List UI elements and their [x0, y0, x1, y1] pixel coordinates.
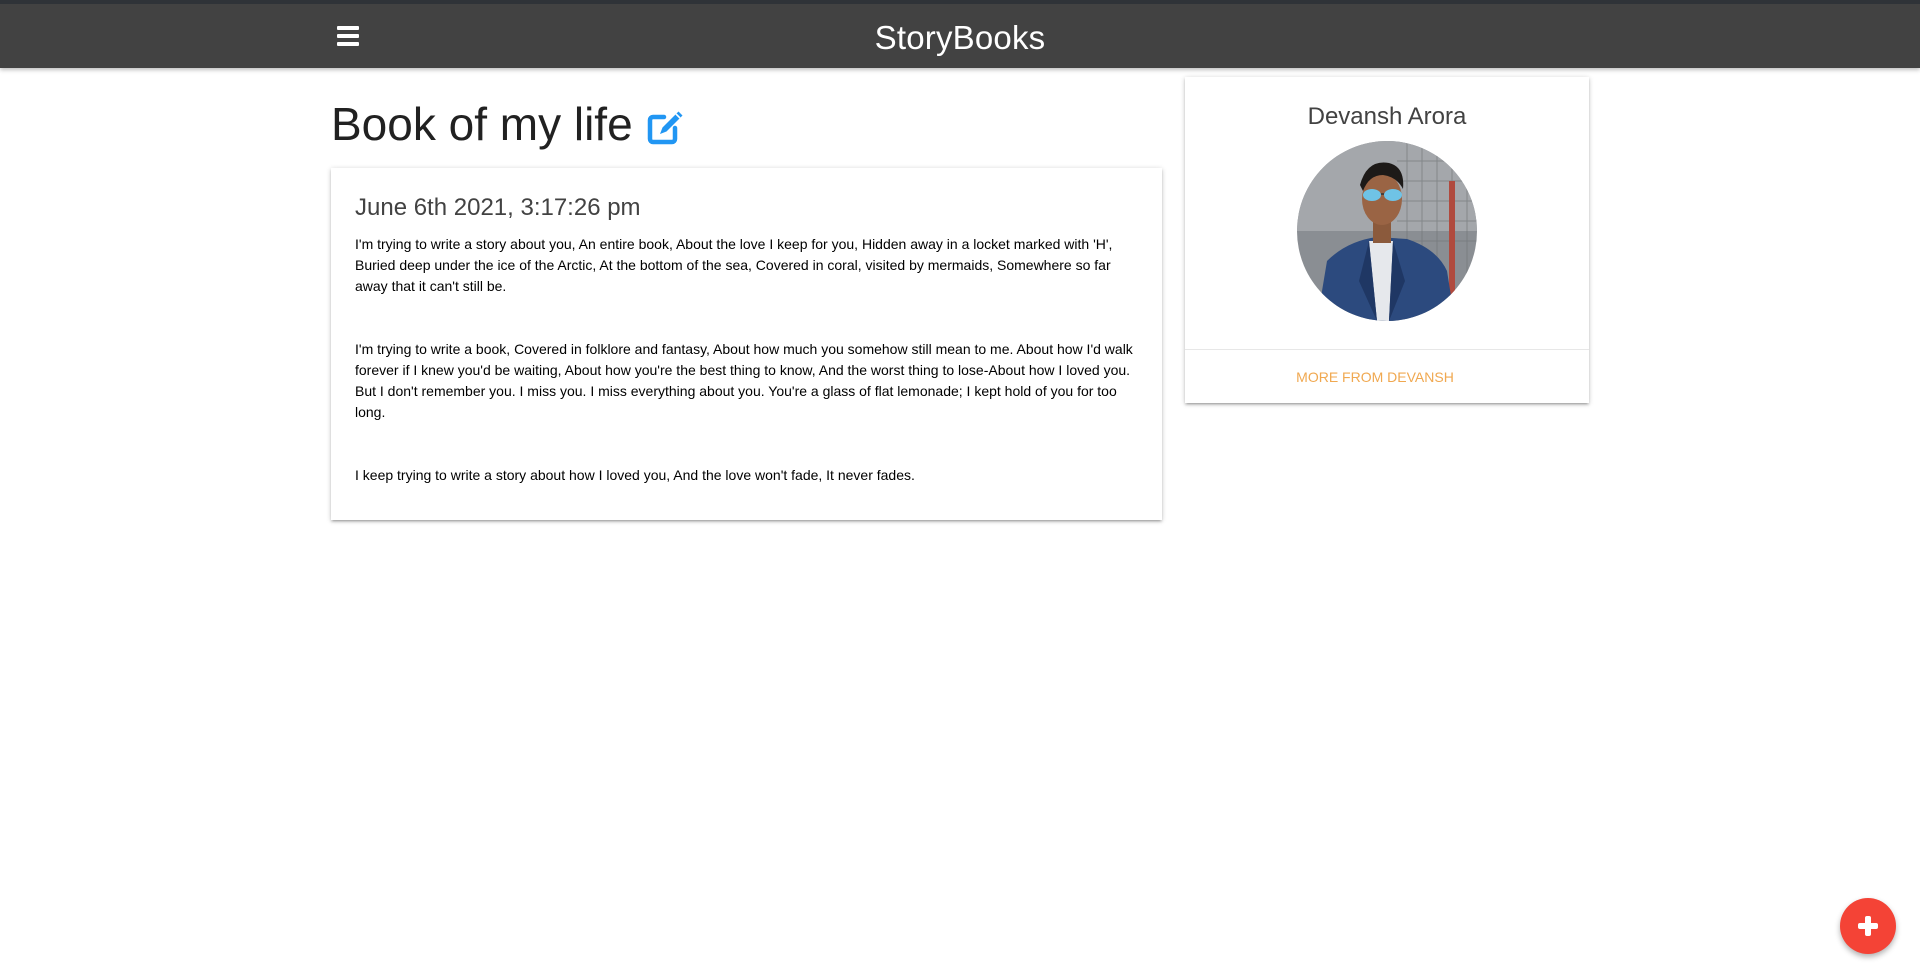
- author-name: Devansh Arora: [1307, 103, 1467, 130]
- story-body: I'm trying to write a story about you, A…: [355, 234, 1138, 486]
- brand-logo[interactable]: StoryBooks: [0, 18, 1920, 58]
- more-from-author-link[interactable]: MORE FROM DEVANSH: [1185, 367, 1565, 387]
- author-avatar: [1297, 141, 1477, 321]
- story-title-row: Book of my life: [331, 94, 685, 154]
- story-title: Book of my life: [331, 98, 633, 150]
- author-card: Devansh Arora MORE FROM DEVANSH: [1185, 77, 1589, 403]
- story-paragraph: I keep trying to write a story about how…: [355, 467, 915, 483]
- story-paragraph: I'm trying to write a book, Covered in f…: [355, 341, 1133, 420]
- story-card: June 6th 2021, 3:17:26 pm I'm trying to …: [331, 168, 1162, 520]
- card-divider: [1185, 349, 1589, 350]
- edit-icon[interactable]: [645, 106, 685, 146]
- story-paragraph: I'm trying to write a story about you, A…: [355, 236, 1113, 294]
- avatar-photo: [1297, 141, 1477, 321]
- navbar: StoryBooks: [0, 0, 1920, 68]
- story-date: June 6th 2021, 3:17:26 pm: [355, 194, 641, 221]
- add-story-button[interactable]: [1840, 898, 1896, 954]
